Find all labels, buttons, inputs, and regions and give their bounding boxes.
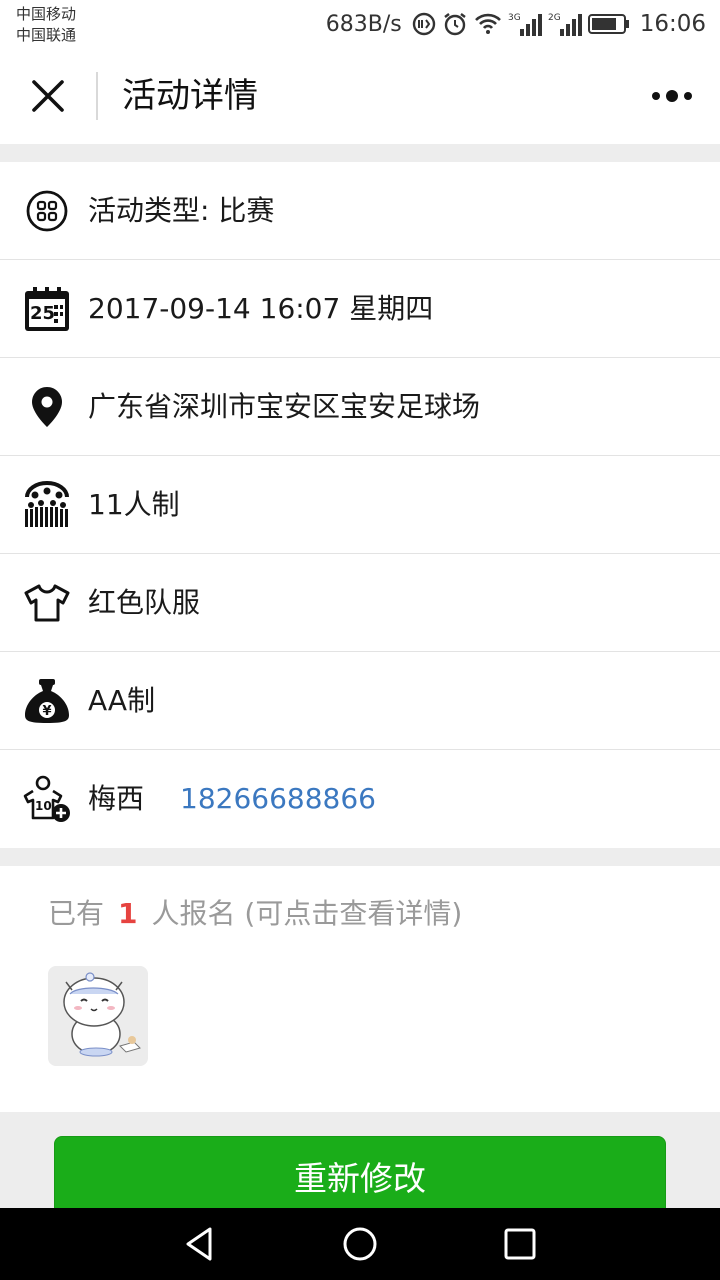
status-icons: 683B/s 3G 2G 16:06 [326, 0, 706, 48]
nav-divider [96, 72, 98, 120]
category-grid-icon [22, 186, 72, 236]
signup-suffix: 人报名 (可点击查看详情) [151, 897, 463, 930]
close-icon[interactable] [26, 74, 70, 118]
signal-2g-label: 2G [548, 13, 561, 23]
net-speed: 683B/s [325, 11, 402, 37]
info-row-fee: ¥ AA制 [0, 652, 720, 750]
info-row-uniform: 红色队服 [0, 554, 720, 652]
battery-icon [587, 13, 630, 35]
organizer-phone-link[interactable]: 18266688866 [180, 779, 376, 819]
nav-bar: 活动详情 [0, 48, 720, 144]
signal-3g-icon: 3G [508, 11, 542, 37]
activity-info-list: 活动类型: 比赛 25 2017-09-14 16:07 星期四 广东省深圳市宝… [0, 162, 720, 848]
info-row-type: 活动类型: 比赛 [0, 162, 720, 260]
jersey-number: 10 [35, 799, 52, 813]
back-triangle-icon[interactable] [180, 1224, 220, 1264]
recents-square-icon[interactable] [500, 1224, 540, 1264]
currency-symbol: ¥ [42, 704, 51, 719]
carrier-1: 中国移动 [16, 5, 77, 23]
hd-call-icon [412, 12, 436, 36]
clock: 16:06 [639, 11, 706, 37]
calendar-icon: 25 [22, 284, 72, 334]
carrier-info: 中国移动 中国联通 [16, 4, 76, 46]
activity-datetime: 2017-09-14 16:07 星期四 [88, 291, 434, 325]
activity-uniform: 红色队服 [88, 585, 201, 619]
info-row-datetime: 25 2017-09-14 16:07 星期四 [0, 260, 720, 358]
activity-fee: AA制 [88, 683, 156, 717]
home-circle-icon[interactable] [340, 1224, 380, 1264]
signup-section[interactable]: 已有 1 人报名 (可点击查看详情) [0, 866, 720, 1112]
signal-3g-label: 3G [508, 13, 521, 23]
team-players-icon [22, 480, 72, 530]
status-bar: 中国移动 中国联通 683B/s 3G 2G 16:06 [0, 0, 720, 48]
signup-count: 1 [118, 897, 138, 930]
alarm-icon [442, 11, 468, 37]
info-row-format: 11人制 [0, 456, 720, 554]
activity-format: 11人制 [88, 487, 180, 521]
organizer-name: 梅西 [88, 782, 145, 815]
organizer-jersey-icon: 10 [22, 774, 72, 824]
calendar-day: 25 [30, 303, 55, 324]
money-bag-icon: ¥ [22, 676, 72, 726]
participant-avatar[interactable] [48, 966, 148, 1066]
more-dots-icon[interactable] [650, 82, 694, 110]
edit-button[interactable]: 重新修改 [54, 1136, 666, 1216]
activity-location: 广东省深圳市宝安区宝安足球场 [88, 389, 481, 423]
page-title: 活动详情 [122, 76, 258, 116]
carrier-2: 中国联通 [16, 26, 77, 44]
info-row-location: 广东省深圳市宝安区宝安足球场 [0, 358, 720, 456]
tshirt-icon [22, 578, 72, 628]
info-row-organizer: 10 梅西 18266688866 [0, 750, 720, 848]
activity-type: 活动类型: 比赛 [88, 193, 275, 227]
signup-summary[interactable]: 已有 1 人报名 (可点击查看详情) [48, 894, 462, 934]
location-pin-icon [22, 382, 72, 432]
signal-2g-icon: 2G [548, 11, 582, 37]
system-nav-bar [0, 1208, 720, 1280]
wifi-icon [474, 12, 502, 36]
signup-prefix: 已有 [48, 897, 105, 930]
